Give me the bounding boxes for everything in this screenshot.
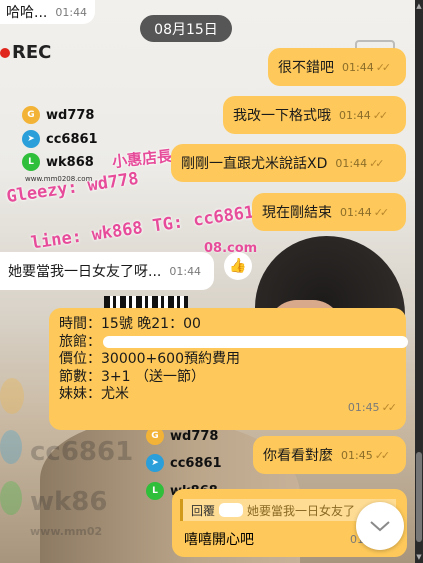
- watermark-shop: 小惠店長: [111, 146, 173, 172]
- message-text: 哈哈...: [6, 5, 48, 21]
- message-outgoing[interactable]: 你看看對麼 01:45 ✓✓: [253, 436, 406, 474]
- telegram-icon: ➤: [146, 454, 164, 472]
- message-text: 剛剛一直跟尤米說話XD: [181, 156, 328, 172]
- message-time: 01:44: [339, 108, 371, 122]
- thumbs-up-reaction-icon[interactable]: 👍: [224, 252, 252, 280]
- redaction-mask: [219, 503, 244, 517]
- line-icon: L: [22, 153, 40, 171]
- telegram-icon: ➤: [22, 130, 40, 148]
- message-text: 現在剛結束: [262, 205, 332, 221]
- bg-contact-telegram-2: ➤ cc6861: [146, 454, 222, 472]
- message-outgoing[interactable]: 現在剛結束 01:44 ✓✓: [252, 193, 406, 231]
- booking-girl: 妹妹：尤米: [59, 386, 129, 402]
- message-outgoing[interactable]: 剛剛一直跟尤米說話XD 01:44 ✓✓: [171, 144, 406, 182]
- redaction-mask: [103, 335, 408, 348]
- bg-contact-line: Lwk868: [22, 153, 94, 171]
- double-check-icon: ✓✓: [374, 448, 391, 462]
- quoted-text: 她要當我一日女友了: [247, 503, 356, 518]
- booking-price: 價位：30000+600預約費用: [59, 351, 240, 367]
- message-text: 你看看對麼: [263, 448, 333, 464]
- message-time: 01:44: [335, 156, 368, 170]
- message-incoming-partial[interactable]: 哈哈... 01:44: [0, 0, 95, 24]
- scrollbar-thumb[interactable]: [416, 452, 422, 542]
- message-outgoing[interactable]: 我改一下格式哦 01:44 ✓✓: [223, 96, 406, 134]
- message-text: 很不錯吧: [278, 60, 334, 76]
- message-time: 01:45: [347, 400, 380, 414]
- line-icon: L: [146, 482, 164, 500]
- booking-hotel: 旅館：: [59, 334, 408, 352]
- bg-contact-telegram: ➤ cc6861: [22, 130, 98, 148]
- message-time: 01:44: [340, 205, 372, 219]
- faint-line-icon: [0, 481, 22, 515]
- gleezy-icon: G: [22, 106, 40, 124]
- booking-time: 時間：15號 晚21：00: [59, 316, 201, 332]
- scroll-down-arrow-icon[interactable]: ▼: [415, 553, 423, 561]
- scroll-up-arrow-icon[interactable]: ▲: [415, 2, 423, 10]
- faint-cc: cc6861: [30, 437, 134, 467]
- message-outgoing-booking[interactable]: 時間：15號 晚21：00 旅館： 價位：30000+600預約費用 節數：3+…: [49, 308, 408, 430]
- message-outgoing[interactable]: 很不錯吧 01:44 ✓✓: [268, 48, 406, 86]
- reply-label: 回覆: [191, 503, 216, 518]
- double-check-icon: ✓✓: [381, 400, 398, 414]
- scrollbar[interactable]: ▲ ▼: [415, 0, 423, 563]
- faint-gleezy-icon: [0, 378, 24, 414]
- message-time: 01:44: [55, 5, 88, 19]
- faint-wk: wk86: [30, 487, 108, 517]
- scroll-to-bottom-button[interactable]: [356, 502, 404, 550]
- message-time: 01:45: [341, 448, 373, 462]
- booking-sessions: 節數：3+1 （送一節）: [59, 368, 205, 385]
- double-check-icon: ✓✓: [375, 60, 392, 74]
- double-check-icon: ✓✓: [369, 156, 385, 170]
- rec-label: REC: [0, 42, 51, 63]
- record-dot-icon: [0, 48, 10, 58]
- message-text: 我改一下格式哦: [233, 108, 331, 124]
- double-check-icon: ✓✓: [373, 205, 390, 219]
- bg-contact-gleezy: Gwd778: [22, 106, 94, 124]
- message-time-row: 01:45 ✓✓: [347, 399, 398, 417]
- faint-url: www.mm02: [30, 525, 103, 538]
- date-divider: 08月15日: [140, 15, 232, 42]
- double-check-icon: ✓✓: [372, 108, 389, 122]
- message-time: 01:44: [342, 60, 374, 74]
- faint-telegram-icon: [0, 430, 22, 464]
- chevron-down-icon: [370, 521, 390, 532]
- message-text: 嘻嘻開心吧: [184, 532, 254, 548]
- message-text: 她要當我一日女友了呀...: [8, 264, 162, 280]
- message-incoming[interactable]: 她要當我一日女友了呀... 01:44: [0, 252, 214, 290]
- message-time: 01:44: [169, 264, 202, 278]
